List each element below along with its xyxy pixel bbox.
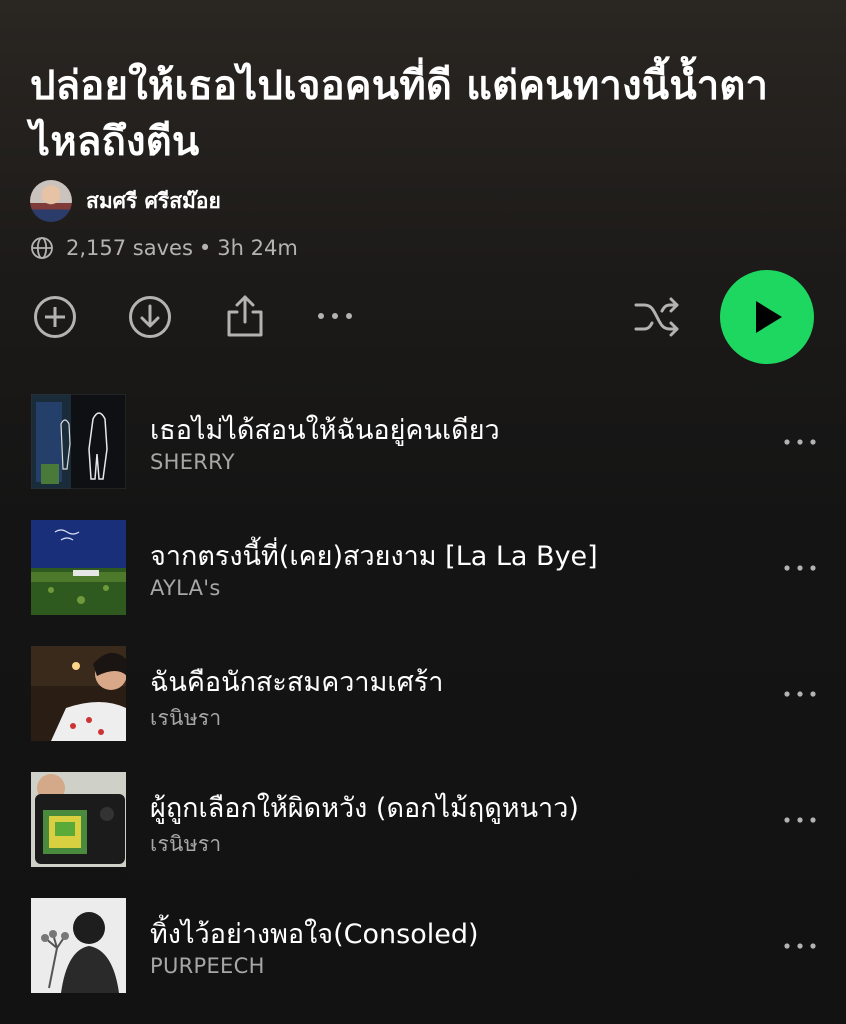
more-horizontal-icon (784, 691, 816, 697)
track-cover (31, 898, 126, 993)
add-to-library-button[interactable] (32, 294, 78, 340)
owner-name[interactable]: สมศรี ศรีสม๊อย (86, 185, 221, 218)
track-title: ผู้ถูกเลือกให้ผิดหวัง (ดอกไม้ฤดูหนาว) (150, 793, 579, 824)
shuffle-icon (634, 297, 679, 337)
more-horizontal-icon (318, 313, 352, 319)
globe-icon (31, 237, 53, 259)
add-circle-icon (34, 296, 76, 338)
track-title: จากตรงนี้ที่(เคย)สวยงาม [La La Bye] (150, 541, 598, 572)
more-horizontal-icon (784, 943, 816, 949)
track-row[interactable]: ผู้ถูกเลือกให้ผิดหวัง (ดอกไม้ฤดูหนาว) เร… (0, 772, 846, 882)
track-artist: เรนิษรา (150, 706, 222, 730)
share-button[interactable] (222, 292, 268, 340)
shuffle-button[interactable] (632, 294, 682, 340)
track-row[interactable]: ทิ้งไว้อย่างพอใจ(Consoled) PURPEECH (0, 898, 846, 1008)
track-row[interactable]: เธอไม่ได้สอนให้ฉันอยู่คนเดียว SHERRY (0, 394, 846, 504)
download-icon (129, 296, 171, 338)
download-button[interactable] (127, 294, 173, 340)
meta-separator: • (198, 236, 212, 260)
play-button[interactable] (720, 270, 814, 364)
track-artist: AYLA's (150, 576, 221, 600)
track-row[interactable]: จากตรงนี้ที่(เคย)สวยงาม [La La Bye] AYLA… (0, 520, 846, 630)
more-horizontal-icon (784, 817, 816, 823)
track-more-button[interactable] (780, 430, 820, 454)
track-more-button[interactable] (780, 808, 820, 832)
more-horizontal-icon (784, 565, 816, 571)
track-cover (31, 646, 126, 741)
track-row[interactable]: ฉันคือนักสะสมความเศร้า เรนิษรา (0, 646, 846, 756)
track-cover (31, 520, 126, 615)
more-horizontal-icon (784, 439, 816, 445)
more-options-button[interactable] (312, 304, 358, 328)
playlist-meta: 2,157 saves • 3h 24m (30, 236, 298, 260)
track-artist: SHERRY (150, 450, 235, 474)
track-more-button[interactable] (780, 682, 820, 706)
playlist-owner[interactable]: สมศรี ศรีสม๊อย (30, 180, 221, 222)
track-artist: เรนิษรา (150, 832, 222, 856)
playlist-title: ปล่อยให้เธอไปเจอคนที่ดี แต่คนทางนี้น้ำตา… (30, 63, 769, 165)
track-cover (31, 394, 126, 489)
track-artist: PURPEECH (150, 954, 265, 978)
track-title: ฉันคือนักสะสมความเศร้า (150, 667, 444, 698)
track-title: ทิ้งไว้อย่างพอใจ(Consoled) (150, 919, 479, 950)
owner-avatar[interactable] (30, 180, 72, 222)
track-more-button[interactable] (780, 556, 820, 580)
playlist-duration: 3h 24m (217, 236, 298, 260)
track-more-button[interactable] (780, 934, 820, 958)
track-title: เธอไม่ได้สอนให้ฉันอยู่คนเดียว (150, 415, 500, 446)
track-cover (31, 772, 126, 867)
play-icon (756, 301, 782, 333)
share-icon (227, 295, 263, 337)
saves-count: 2,157 saves (66, 236, 193, 260)
